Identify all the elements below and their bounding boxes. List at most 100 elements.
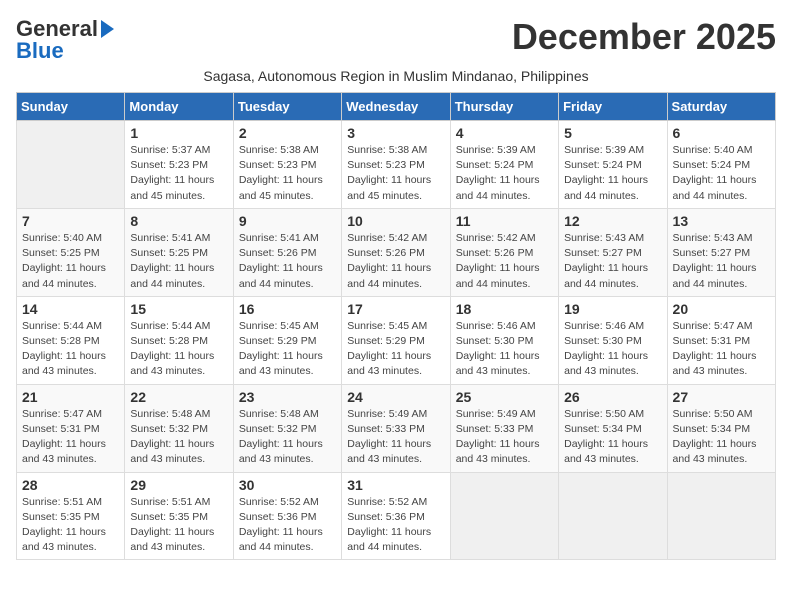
calendar-week-row: 28 Sunrise: 5:51 AMSunset: 5:35 PMDayligh… (17, 472, 776, 560)
day-number: 17 (347, 301, 444, 317)
day-number: 3 (347, 125, 444, 141)
day-info: Sunrise: 5:38 AMSunset: 5:23 PMDaylight:… (239, 143, 336, 204)
day-number: 24 (347, 389, 444, 405)
subtitle: Sagasa, Autonomous Region in Muslim Mind… (16, 68, 776, 84)
day-info: Sunrise: 5:40 AMSunset: 5:24 PMDaylight:… (673, 143, 770, 204)
calendar-cell: 15Sunrise: 5:44 AMSunset: 5:28 PMDayligh… (125, 296, 233, 384)
day-number: 13 (673, 213, 770, 229)
day-number: 12 (564, 213, 661, 229)
calendar-cell: 25 Sunrise: 5:49 AMSunset: 5:33 PMDayligh… (450, 384, 558, 472)
day-info: Sunrise: 5:51 AMSunset: 5:35 PMDaylight:… (130, 495, 227, 556)
header: General Blue December 2025 (16, 16, 776, 64)
day-info: Sunrise: 5:52 AMSunset: 5:36 PMDaylight:… (347, 495, 444, 556)
calendar-cell: 13 Sunrise: 5:43 AMSunset: 5:27 PMDayligh… (667, 208, 775, 296)
weekday-header-cell: Tuesday (233, 93, 341, 121)
calendar-cell: 16Sunrise: 5:45 AMSunset: 5:29 PMDayligh… (233, 296, 341, 384)
weekday-header-cell: Friday (559, 93, 667, 121)
month-title: December 2025 (512, 16, 776, 58)
day-number: 30 (239, 477, 336, 493)
calendar-cell: 6 Sunrise: 5:40 AMSunset: 5:24 PMDaylight… (667, 121, 775, 209)
day-info: Sunrise: 5:44 AMSunset: 5:28 PMDaylight:… (22, 319, 119, 380)
day-info: Sunrise: 5:51 AMSunset: 5:35 PMDaylight:… (22, 495, 119, 556)
day-number: 8 (130, 213, 227, 229)
day-info: Sunrise: 5:47 AMSunset: 5:31 PMDaylight:… (22, 407, 119, 468)
weekday-header-cell: Sunday (17, 93, 125, 121)
calendar-cell: 10 Sunrise: 5:42 AMSunset: 5:26 PMDayligh… (342, 208, 450, 296)
day-number: 2 (239, 125, 336, 141)
logo: General Blue (16, 16, 114, 64)
calendar-cell: 28 Sunrise: 5:51 AMSunset: 5:35 PMDayligh… (17, 472, 125, 560)
day-number: 26 (564, 389, 661, 405)
day-info: Sunrise: 5:49 AMSunset: 5:33 PMDaylight:… (456, 407, 553, 468)
calendar-cell: 30 Sunrise: 5:52 AMSunset: 5:36 PMDayligh… (233, 472, 341, 560)
day-number: 19 (564, 301, 661, 317)
day-info: Sunrise: 5:43 AMSunset: 5:27 PMDaylight:… (564, 231, 661, 292)
day-number: 11 (456, 213, 553, 229)
day-info: Sunrise: 5:44 AMSunset: 5:28 PMDaylight:… (130, 319, 227, 380)
day-number: 21 (22, 389, 119, 405)
day-info: Sunrise: 5:42 AMSunset: 5:26 PMDaylight:… (347, 231, 444, 292)
day-info: Sunrise: 5:46 AMSunset: 5:30 PMDaylight:… (456, 319, 553, 380)
calendar-week-row: 14Sunrise: 5:44 AMSunset: 5:28 PMDayligh… (17, 296, 776, 384)
calendar-cell: 20 Sunrise: 5:47 AMSunset: 5:31 PMDayligh… (667, 296, 775, 384)
day-number: 4 (456, 125, 553, 141)
calendar-cell: 24Sunrise: 5:49 AMSunset: 5:33 PMDayligh… (342, 384, 450, 472)
calendar-cell: 31Sunrise: 5:52 AMSunset: 5:36 PMDayligh… (342, 472, 450, 560)
calendar-cell: 14Sunrise: 5:44 AMSunset: 5:28 PMDayligh… (17, 296, 125, 384)
calendar-cell: 2 Sunrise: 5:38 AMSunset: 5:23 PMDaylight… (233, 121, 341, 209)
day-info: Sunrise: 5:40 AMSunset: 5:25 PMDaylight:… (22, 231, 119, 292)
calendar-cell: 12 Sunrise: 5:43 AMSunset: 5:27 PMDayligh… (559, 208, 667, 296)
day-info: Sunrise: 5:45 AMSunset: 5:29 PMDaylight:… (239, 319, 336, 380)
day-number: 25 (456, 389, 553, 405)
day-info: Sunrise: 5:48 AMSunset: 5:32 PMDaylight:… (130, 407, 227, 468)
calendar-week-row: 7 Sunrise: 5:40 AMSunset: 5:25 PMDaylight… (17, 208, 776, 296)
calendar-cell (667, 472, 775, 560)
day-number: 23 (239, 389, 336, 405)
day-info: Sunrise: 5:41 AMSunset: 5:26 PMDaylight:… (239, 231, 336, 292)
calendar-cell: 5 Sunrise: 5:39 AMSunset: 5:24 PMDaylight… (559, 121, 667, 209)
day-number: 1 (130, 125, 227, 141)
day-info: Sunrise: 5:52 AMSunset: 5:36 PMDaylight:… (239, 495, 336, 556)
weekday-header-cell: Thursday (450, 93, 558, 121)
day-info: Sunrise: 5:50 AMSunset: 5:34 PMDaylight:… (673, 407, 770, 468)
calendar-cell: 29 Sunrise: 5:51 AMSunset: 5:35 PMDayligh… (125, 472, 233, 560)
calendar-cell: 22Sunrise: 5:48 AMSunset: 5:32 PMDayligh… (125, 384, 233, 472)
day-number: 28 (22, 477, 119, 493)
calendar-cell: 21 Sunrise: 5:47 AMSunset: 5:31 PMDayligh… (17, 384, 125, 472)
weekday-header-cell: Monday (125, 93, 233, 121)
day-info: Sunrise: 5:50 AMSunset: 5:34 PMDaylight:… (564, 407, 661, 468)
logo-blue: Blue (16, 38, 64, 64)
calendar-cell: 27 Sunrise: 5:50 AMSunset: 5:34 PMDayligh… (667, 384, 775, 472)
day-info: Sunrise: 5:37 AMSunset: 5:23 PMDaylight:… (130, 143, 227, 204)
calendar-week-row: 1 Sunrise: 5:37 AMSunset: 5:23 PMDaylight… (17, 121, 776, 209)
day-number: 29 (130, 477, 227, 493)
calendar-cell: 23 Sunrise: 5:48 AMSunset: 5:32 PMDayligh… (233, 384, 341, 472)
day-info: Sunrise: 5:39 AMSunset: 5:24 PMDaylight:… (564, 143, 661, 204)
calendar-table: SundayMondayTuesdayWednesdayThursdayFrid… (16, 92, 776, 560)
calendar-cell: 18Sunrise: 5:46 AMSunset: 5:30 PMDayligh… (450, 296, 558, 384)
day-number: 10 (347, 213, 444, 229)
day-info: Sunrise: 5:38 AMSunset: 5:23 PMDaylight:… (347, 143, 444, 204)
day-info: Sunrise: 5:42 AMSunset: 5:26 PMDaylight:… (456, 231, 553, 292)
day-number: 27 (673, 389, 770, 405)
day-info: Sunrise: 5:46 AMSunset: 5:30 PMDaylight:… (564, 319, 661, 380)
calendar-cell: 26 Sunrise: 5:50 AMSunset: 5:34 PMDayligh… (559, 384, 667, 472)
day-info: Sunrise: 5:43 AMSunset: 5:27 PMDaylight:… (673, 231, 770, 292)
day-info: Sunrise: 5:48 AMSunset: 5:32 PMDaylight:… (239, 407, 336, 468)
calendar-cell: 9 Sunrise: 5:41 AMSunset: 5:26 PMDaylight… (233, 208, 341, 296)
day-number: 6 (673, 125, 770, 141)
day-number: 7 (22, 213, 119, 229)
day-number: 5 (564, 125, 661, 141)
calendar-cell (450, 472, 558, 560)
calendar-cell: 1 Sunrise: 5:37 AMSunset: 5:23 PMDaylight… (125, 121, 233, 209)
calendar-cell (17, 121, 125, 209)
day-info: Sunrise: 5:39 AMSunset: 5:24 PMDaylight:… (456, 143, 553, 204)
day-number: 9 (239, 213, 336, 229)
calendar-cell: 19 Sunrise: 5:46 AMSunset: 5:30 PMDayligh… (559, 296, 667, 384)
day-number: 20 (673, 301, 770, 317)
calendar-cell: 4 Sunrise: 5:39 AMSunset: 5:24 PMDaylight… (450, 121, 558, 209)
day-info: Sunrise: 5:45 AMSunset: 5:29 PMDaylight:… (347, 319, 444, 380)
calendar-cell: 11 Sunrise: 5:42 AMSunset: 5:26 PMDayligh… (450, 208, 558, 296)
weekday-header-row: SundayMondayTuesdayWednesdayThursdayFrid… (17, 93, 776, 121)
day-info: Sunrise: 5:47 AMSunset: 5:31 PMDaylight:… (673, 319, 770, 380)
